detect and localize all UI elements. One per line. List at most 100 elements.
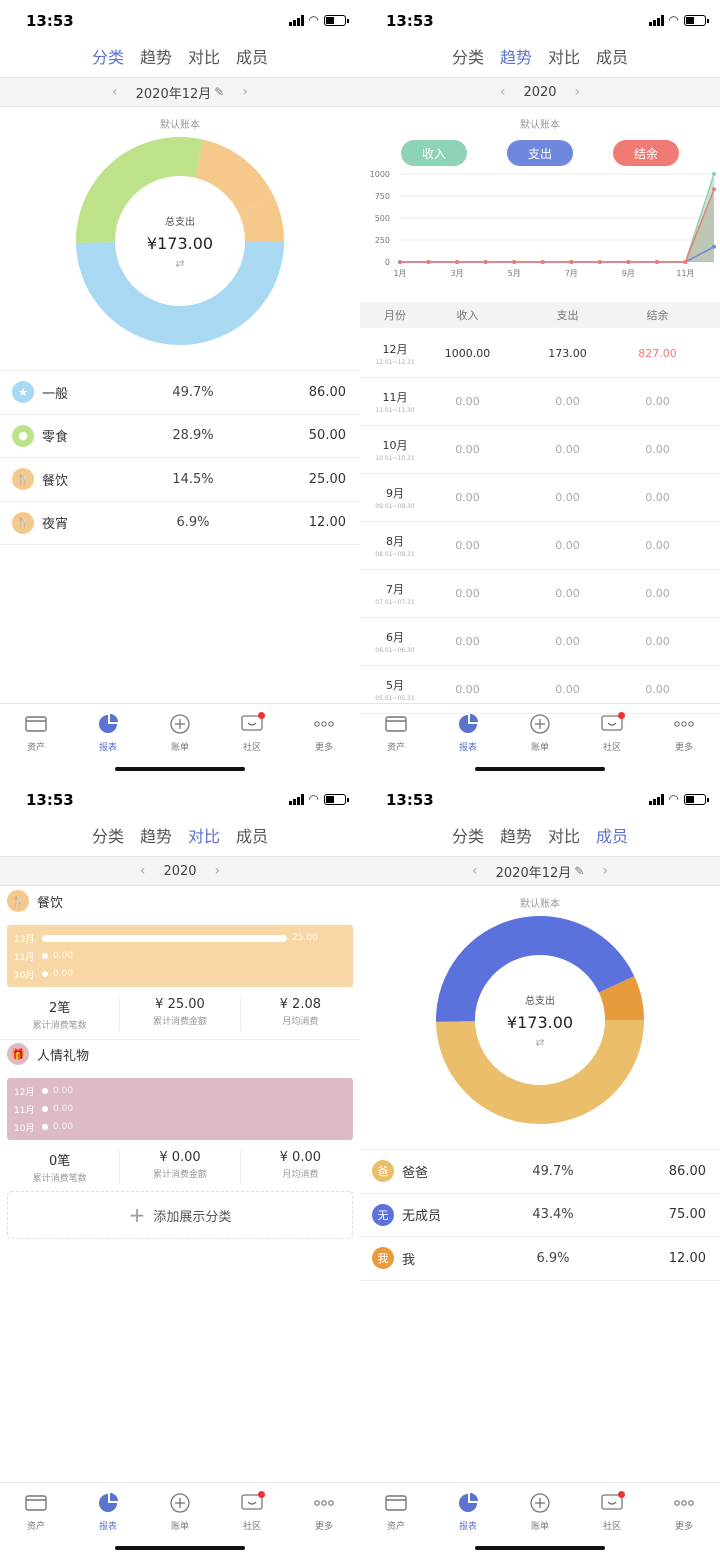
data-point[interactable] <box>712 187 716 192</box>
notification-dot <box>258 1491 265 1498</box>
balance-pill[interactable]: 结余 <box>613 140 679 166</box>
nav-item-more[interactable]: 更多 <box>648 1483 720 1532</box>
tab-category[interactable]: 分类 <box>92 44 124 72</box>
tab-trend[interactable]: 趋势 <box>140 44 172 72</box>
data-point[interactable] <box>569 260 574 264</box>
data-point[interactable] <box>398 260 402 264</box>
tab-members[interactable]: 成员 <box>596 44 628 72</box>
swap-icon[interactable]: ⇄ <box>175 257 184 270</box>
home-indicator <box>475 1546 605 1550</box>
tab-compare[interactable]: 对比 <box>548 44 580 72</box>
list-item[interactable]: ★ 一般 49.7% 86.00 <box>0 371 360 415</box>
tab-category[interactable]: 分类 <box>92 823 124 851</box>
tab-members[interactable]: 成员 <box>596 823 628 851</box>
nav-item-pie-chart[interactable]: 报表 <box>432 704 504 753</box>
data-point[interactable] <box>712 244 716 249</box>
edit-pencil-icon[interactable]: ✎ <box>214 85 224 99</box>
data-point[interactable] <box>540 260 545 264</box>
nav-item-chat[interactable]: 社区 <box>576 704 648 753</box>
date-label[interactable]: 2020年12月 <box>496 862 572 881</box>
tab-compare[interactable]: 对比 <box>188 823 220 851</box>
nav-item-chat[interactable]: 社区 <box>576 1483 648 1532</box>
next-year-icon[interactable]: › <box>215 863 221 879</box>
members-screen: 13:53 ◠ 分类 趋势 对比 成员 ‹ 2020年12月 ✎ › 默认账本 总… <box>360 779 720 1558</box>
prev-month-icon[interactable]: ‹ <box>472 863 478 879</box>
table-row[interactable]: 12月 12.01~12.31 1000.00 173.00 827.00 <box>360 330 720 378</box>
data-point[interactable] <box>654 260 659 264</box>
add-category-button[interactable]: + 添加展示分类 <box>7 1191 353 1239</box>
tab-trend[interactable]: 趋势 <box>140 823 172 851</box>
data-point[interactable] <box>455 260 460 264</box>
nav-item-add-circle[interactable]: 账单 <box>144 704 216 753</box>
expense-pill[interactable]: 支出 <box>507 140 573 166</box>
nav-item-pie-chart[interactable]: 报表 <box>72 704 144 753</box>
card-icon <box>25 714 47 740</box>
prev-year-icon[interactable]: ‹ <box>140 863 146 879</box>
edit-pencil-icon[interactable]: ✎ <box>574 864 584 878</box>
table-row[interactable]: 10月 10.01~10.31 0.00 0.00 0.00 <box>360 426 720 474</box>
nav-item-more[interactable]: 更多 <box>288 704 360 753</box>
tab-trend[interactable]: 趋势 <box>500 823 532 851</box>
next-month-icon[interactable]: › <box>242 84 248 100</box>
status-time: 13:53 <box>386 791 434 809</box>
table-row[interactable]: 7月 07.01~07.31 0.00 0.00 0.00 <box>360 570 720 618</box>
nav-item-card[interactable]: 资产 <box>0 1483 72 1532</box>
nav-item-more[interactable]: 更多 <box>288 1483 360 1532</box>
date-label[interactable]: 2020 <box>163 864 196 879</box>
list-item[interactable]: 🍴 餐饮 14.5% 25.00 <box>0 458 360 502</box>
prev-year-icon[interactable]: ‹ <box>500 84 506 100</box>
data-point[interactable] <box>626 260 631 264</box>
nav-item-add-circle[interactable]: 账单 <box>504 704 576 753</box>
table-row[interactable]: 8月 08.01~08.31 0.00 0.00 0.00 <box>360 522 720 570</box>
compare-screen: 13:53 ◠ 分类 趋势 对比 成员 ‹ 2020 › 🍴 餐饮 12月 25.00… <box>0 779 360 1558</box>
tab-category[interactable]: 分类 <box>452 44 484 72</box>
tab-trend[interactable]: 趋势 <box>500 44 532 72</box>
list-item[interactable]: ● 零食 28.9% 50.00 <box>0 415 360 458</box>
compare-bar-box: 12月 0.00 11月 0.00 10月 0.00 <box>7 1078 353 1140</box>
nav-item-chat[interactable]: 社区 <box>216 704 288 753</box>
nav-item-more[interactable]: 更多 <box>648 704 720 753</box>
table-row[interactable]: 11月 11.01~11.30 0.00 0.00 0.00 <box>360 378 720 426</box>
nav-item-pie-chart[interactable]: 报表 <box>72 1483 144 1532</box>
member-amount: 75.00 <box>668 1207 706 1223</box>
nav-item-pie-chart[interactable]: 报表 <box>432 1483 504 1532</box>
list-item[interactable]: 我 我 6.9% 12.00 <box>360 1237 720 1281</box>
table-row[interactable]: 6月 06.01~06.30 0.00 0.00 0.00 <box>360 618 720 666</box>
next-month-icon[interactable]: › <box>602 863 608 879</box>
date-label[interactable]: 2020 <box>523 85 556 100</box>
table-row[interactable]: 9月 09.01~09.30 0.00 0.00 0.00 <box>360 474 720 522</box>
tab-members[interactable]: 成员 <box>236 44 268 72</box>
nav-item-card[interactable]: 资产 <box>0 704 72 753</box>
stat-label: 累计消费金额 <box>152 1170 207 1180</box>
data-point[interactable] <box>683 260 688 264</box>
tab-compare[interactable]: 对比 <box>188 44 220 72</box>
swap-icon[interactable]: ⇄ <box>535 1036 544 1049</box>
trend-line-chart[interactable]: 0 250 500 750 1000 1月 3月 5月 7月 9月 11月 <box>360 166 720 284</box>
compare-group-header[interactable]: 🍴 餐饮 <box>7 889 63 913</box>
list-item[interactable]: 🍴 夜宵 6.9% 12.00 <box>0 502 360 545</box>
nav-item-add-circle[interactable]: 账单 <box>144 1483 216 1532</box>
month-label: 6月 <box>386 631 404 644</box>
category-percent: 14.5% <box>172 471 214 487</box>
nav-item-card[interactable]: 资产 <box>360 1483 432 1532</box>
data-point[interactable] <box>712 172 716 176</box>
nav-item-chat[interactable]: 社区 <box>216 1483 288 1532</box>
data-point[interactable] <box>426 260 431 264</box>
data-point[interactable] <box>597 260 602 264</box>
income-pill[interactable]: 收入 <box>401 140 467 166</box>
list-item[interactable]: 无 无成员 43.4% 75.00 <box>360 1194 720 1237</box>
member-donut-chart[interactable]: 总支出 ¥173.00 ⇄ <box>435 915 645 1125</box>
date-label[interactable]: 2020年12月 <box>136 83 212 102</box>
prev-month-icon[interactable]: ‹ <box>112 84 118 100</box>
nav-item-card[interactable]: 资产 <box>360 704 432 753</box>
tab-members[interactable]: 成员 <box>236 823 268 851</box>
next-year-icon[interactable]: › <box>575 84 581 100</box>
compare-group-header[interactable]: 🎁 人情礼物 <box>7 1042 89 1066</box>
data-point[interactable] <box>483 260 488 264</box>
tab-compare[interactable]: 对比 <box>548 823 580 851</box>
category-donut-chart[interactable]: 总支出 ¥173.00 ⇄ <box>75 136 285 346</box>
list-item[interactable]: 爸 爸爸 49.7% 86.00 <box>360 1150 720 1194</box>
data-point[interactable] <box>512 260 517 264</box>
tab-category[interactable]: 分类 <box>452 823 484 851</box>
nav-item-add-circle[interactable]: 账单 <box>504 1483 576 1532</box>
